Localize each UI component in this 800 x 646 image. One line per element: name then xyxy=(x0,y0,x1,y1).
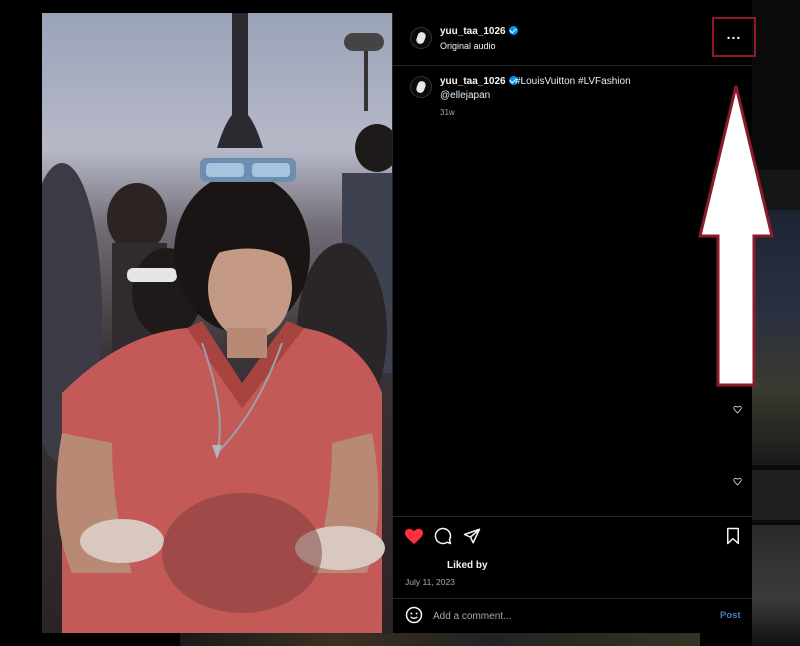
background-thumbnail xyxy=(752,470,800,520)
comment-bar: Post xyxy=(393,598,753,633)
post-comment-button[interactable]: Post xyxy=(720,610,741,621)
background-strip xyxy=(180,632,700,646)
post-date: July 11, 2023 xyxy=(405,577,455,587)
more-options-button[interactable]: ... xyxy=(712,17,756,57)
caption-hashtags[interactable]: #LouisVuitton #LVFashion xyxy=(515,76,631,87)
caption-username[interactable]: yuu_taa_1026 xyxy=(440,76,518,87)
verified-badge-icon xyxy=(508,26,518,35)
more-options-icon: ... xyxy=(726,26,742,42)
caption-time: 31w xyxy=(440,108,455,117)
annotation-arrow-icon xyxy=(698,85,774,387)
caption-avatar[interactable] xyxy=(410,76,432,98)
author-username-text[interactable]: yuu_taa_1026 xyxy=(440,26,506,37)
heart-filled-icon[interactable] xyxy=(404,527,424,545)
caption-mention[interactable]: @ellejapan xyxy=(440,90,490,101)
audio-label[interactable]: Original audio xyxy=(440,41,496,51)
post-video[interactable] xyxy=(42,13,392,633)
comment-like-heart-icon[interactable] xyxy=(733,405,742,414)
author-username[interactable]: yuu_taa_1026 xyxy=(440,26,518,37)
comment-icon[interactable] xyxy=(434,527,452,545)
background-thumbnail xyxy=(752,525,800,646)
liked-by-text[interactable]: Liked by xyxy=(447,560,488,571)
avatar[interactable] xyxy=(410,27,432,49)
comment-like-heart-icon[interactable] xyxy=(733,477,742,486)
caption-username-text[interactable]: yuu_taa_1026 xyxy=(440,76,506,87)
comment-input[interactable] xyxy=(433,608,703,624)
send-icon[interactable] xyxy=(463,527,481,545)
post-actions: Liked by July 11, 2023 xyxy=(393,516,753,606)
post-header: yuu_taa_1026 Original audio ... xyxy=(393,13,756,66)
emoji-icon[interactable] xyxy=(405,606,423,624)
bookmark-icon[interactable] xyxy=(725,527,741,545)
